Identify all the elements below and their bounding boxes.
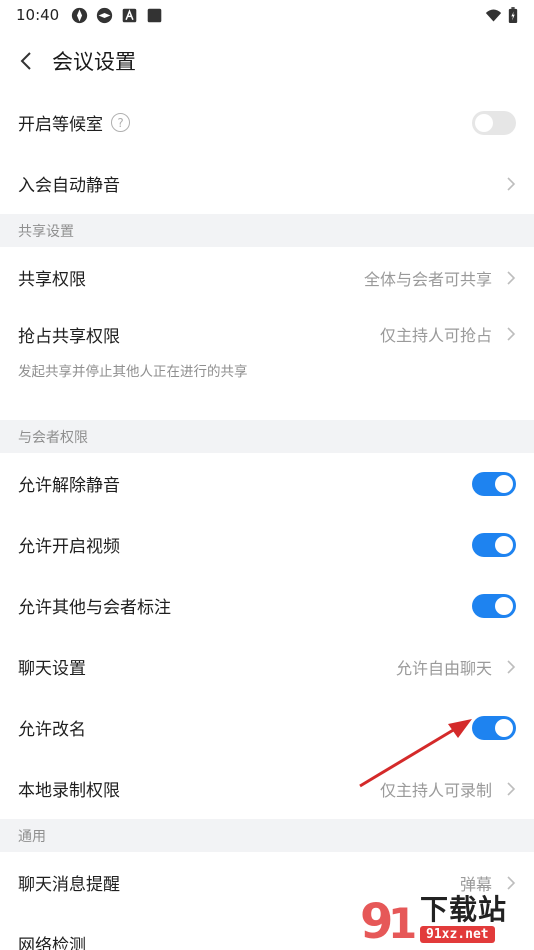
chevron-right-icon: [507, 176, 516, 191]
help-icon[interactable]: ?: [111, 113, 130, 132]
local-record-row[interactable]: 本地录制权限 仅主持人可录制: [0, 758, 534, 819]
watermark-title: 下载站: [420, 892, 508, 926]
row-value: 仅主持人可抢占: [379, 326, 492, 345]
allow-annotate-row: 允许其他与会者标注: [0, 575, 534, 636]
waiting-room-toggle[interactable]: [472, 110, 516, 135]
app-notification-icon: [97, 7, 113, 23]
row-label: 聊天设置: [18, 659, 86, 679]
status-time: 10:40: [16, 6, 60, 24]
row-label: 入会自动静音: [18, 176, 120, 196]
row-label: 网络检测: [18, 936, 86, 950]
header: 会议设置: [0, 30, 534, 92]
row-label: 抢占共享权限: [18, 326, 120, 347]
allow-rename-row: 允许改名: [0, 697, 534, 758]
row-label: 允许开启视频: [18, 537, 120, 557]
section-header-permissions: 与会者权限: [0, 420, 534, 453]
chevron-right-icon: [507, 270, 516, 285]
allow-unmute-row: 允许解除静音: [0, 453, 534, 514]
status-bar: 10:40: [0, 0, 534, 30]
auto-mute-row[interactable]: 入会自动静音: [0, 153, 534, 214]
row-label: 共享权限: [18, 270, 86, 290]
back-button[interactable]: [14, 49, 38, 73]
row-value: 全体与会者可共享: [363, 269, 492, 289]
allow-annotate-toggle[interactable]: [472, 593, 516, 618]
allow-unmute-toggle[interactable]: [472, 471, 516, 496]
row-label: 开启等候室: [18, 115, 103, 135]
row-label: 聊天消息提醒: [18, 875, 120, 895]
allow-video-row: 允许开启视频: [0, 514, 534, 575]
share-permission-row[interactable]: 共享权限 全体与会者可共享: [0, 247, 534, 308]
page-title: 会议设置: [52, 50, 136, 74]
chevron-left-icon: [20, 52, 31, 70]
app-notification-icon: [72, 7, 88, 23]
preempt-share-description: 发起共享并停止其他人正在进行的共享: [18, 364, 248, 380]
battery-icon: [508, 6, 518, 23]
row-label: 允许改名: [18, 720, 86, 740]
row-value: 仅主持人可录制: [379, 780, 492, 800]
row-label: 允许解除静音: [18, 476, 120, 496]
watermark-logo-icon: 9 1: [360, 894, 417, 948]
svg-text:1: 1: [388, 899, 417, 948]
row-label: 本地录制权限: [18, 781, 120, 801]
row-label: 允许其他与会者标注: [18, 598, 171, 618]
row-value: 允许自由聊天: [395, 658, 492, 678]
wifi-icon: [485, 9, 502, 21]
chevron-right-icon: [507, 327, 516, 341]
section-header-share: 共享设置: [0, 214, 534, 247]
a-notification-icon: [122, 8, 137, 22]
chat-settings-row[interactable]: 聊天设置 允许自由聊天: [0, 636, 534, 697]
square-notification-icon: [147, 8, 162, 22]
section-header-general: 通用: [0, 819, 534, 852]
allow-video-toggle[interactable]: [472, 532, 516, 557]
watermark-url: 91xz.net: [420, 925, 495, 943]
waiting-room-row: 开启等候室 ?: [0, 92, 534, 153]
chevron-right-icon: [507, 659, 516, 674]
watermark: 9 1 下载站 91xz.net: [358, 888, 528, 948]
chevron-right-icon: [507, 781, 516, 796]
allow-rename-toggle[interactable]: [472, 715, 516, 740]
preempt-share-row[interactable]: 抢占共享权限 仅主持人可抢占: [0, 308, 534, 360]
